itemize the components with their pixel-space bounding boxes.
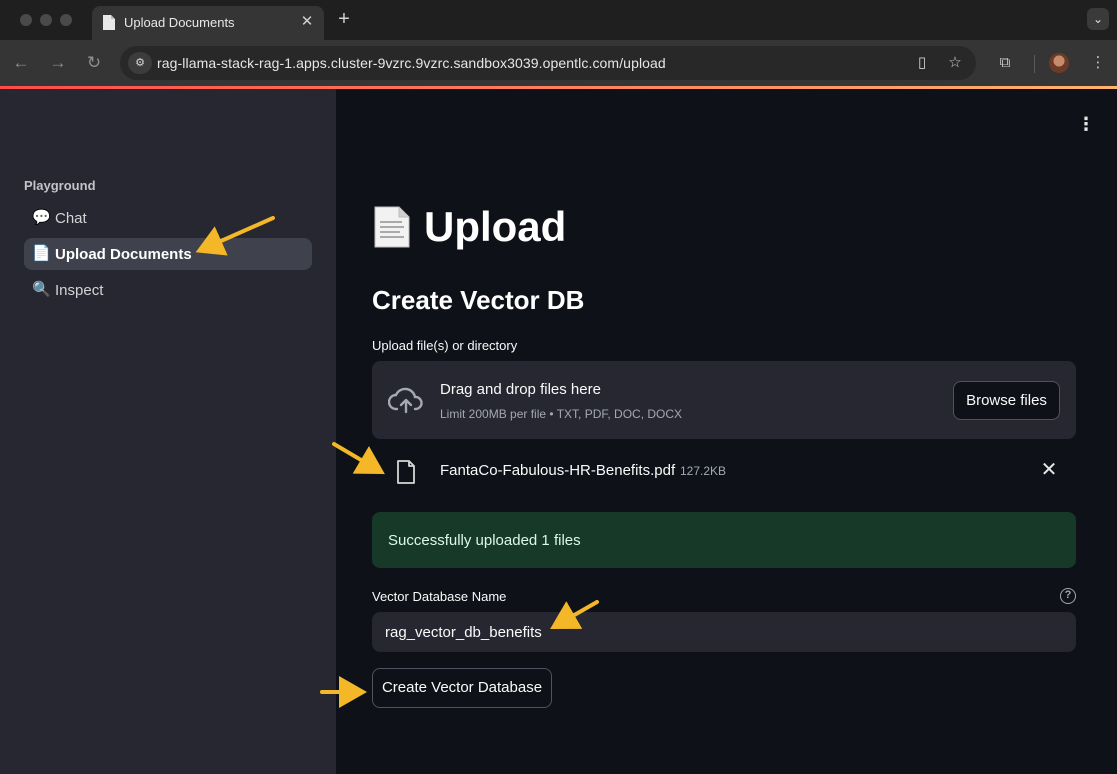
section-heading: Create Vector DB (372, 285, 585, 315)
file-size: 127.2KB (680, 464, 727, 478)
browse-files-button[interactable]: Browse files (953, 381, 1060, 420)
tab-title: Upload Documents (124, 15, 235, 30)
browser-menu-icon[interactable]: ⋮ (1087, 52, 1109, 74)
site-settings-icon[interactable]: ⚙ (128, 52, 152, 74)
tab-close-icon[interactable]: ✕ (298, 13, 316, 31)
page-icon (374, 206, 410, 248)
back-icon[interactable]: ← (10, 52, 32, 74)
sidebar-item-upload-documents[interactable]: 📄 Upload Documents (24, 238, 312, 270)
sidebar-item-chat[interactable]: 💬 Chat (24, 202, 312, 234)
sidebar-item-label: Chat (55, 210, 87, 227)
profile-avatar[interactable] (1049, 53, 1069, 73)
browser-titlebar: Upload Documents ✕ + ⌄ (0, 0, 1117, 40)
tab-search-chevron-icon[interactable]: ⌄ (1087, 8, 1109, 30)
sidebar-item-label: Upload Documents (55, 246, 192, 263)
app-menu-icon[interactable]: ⋮ (1077, 115, 1095, 133)
bookmark-star-icon[interactable]: ☆ (945, 53, 965, 73)
create-vector-database-button[interactable]: Create Vector Database (372, 668, 552, 708)
vector-db-name-input[interactable] (372, 612, 1076, 652)
dropzone-limits: Limit 200MB per file • TXT, PDF, DOC, DO… (440, 407, 683, 421)
sidebar-section-title: Playground (24, 178, 96, 193)
help-icon[interactable]: ? (1060, 588, 1076, 604)
cloud-upload-icon (388, 387, 423, 414)
dropzone-title: Drag and drop files here (440, 381, 601, 398)
extensions-icon[interactable]: ⧉ (994, 52, 1016, 74)
address-url[interactable]: rag-llama-stack-rag-1.apps.cluster-9vzrc… (157, 55, 666, 71)
new-tab-icon[interactable]: + (334, 9, 354, 29)
forward-icon[interactable]: → (47, 52, 69, 74)
browser-tab[interactable]: Upload Documents ✕ (92, 6, 324, 40)
browser-toolbar: ← → ↻ ⚙ rag-llama-stack-rag-1.apps.clust… (0, 40, 1117, 86)
reader-mode-icon[interactable]: ▯ (912, 53, 932, 73)
window-close-button[interactable] (20, 14, 32, 26)
remove-file-icon[interactable]: ✕ (1038, 459, 1060, 481)
toolbar-divider (1034, 55, 1035, 73)
address-bar[interactable]: ⚙ rag-llama-stack-rag-1.apps.cluster-9vz… (120, 46, 976, 80)
success-message: Successfully uploaded 1 files (388, 532, 581, 549)
uploaded-file-row: FantaCo-Fabulous-HR-Benefits.pdf 127.2KB… (372, 451, 1076, 491)
sidebar: Playground 💬 Chat 📄 Upload Documents 🔍 I… (0, 89, 336, 774)
file-name: FantaCo-Fabulous-HR-Benefits.pdf (440, 462, 676, 479)
window-minimize-button[interactable] (40, 14, 52, 26)
sidebar-item-inspect[interactable]: 🔍 Inspect (24, 274, 312, 306)
page-title-text: Upload (424, 203, 567, 250)
speech-bubble-icon: 💬 (32, 209, 51, 226)
upload-label: Upload file(s) or directory (372, 338, 518, 353)
page-icon: 📄 (32, 245, 51, 262)
page-icon (103, 15, 115, 30)
reload-icon[interactable]: ↻ (83, 52, 105, 74)
main-content: ⋮ Upload Create Vector DB Upload file(s)… (336, 89, 1117, 774)
magnifier-icon: 🔍 (32, 281, 51, 298)
file-icon (397, 460, 415, 484)
sidebar-item-label: Inspect (55, 282, 104, 299)
vector-db-name-label: Vector Database Name (372, 589, 507, 604)
window-zoom-button[interactable] (60, 14, 72, 26)
file-dropzone[interactable]: Drag and drop files here Limit 200MB per… (372, 361, 1076, 439)
success-alert: Successfully uploaded 1 files (372, 512, 1076, 568)
